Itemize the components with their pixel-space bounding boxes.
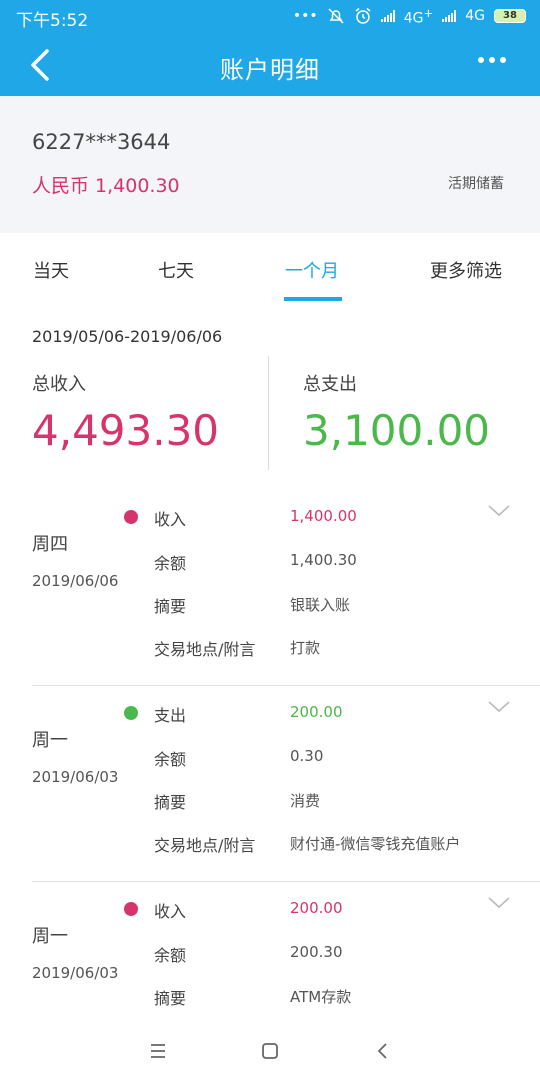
balance-value: 1,400.30 (290, 551, 357, 569)
signal-icon (380, 10, 395, 23)
notification-dots-icon: ••• (292, 8, 318, 25)
total-income-label: 总收入 (32, 374, 86, 395)
transaction-amount: 200.00 (290, 703, 343, 721)
network-4g: 4G (465, 8, 485, 25)
transaction-type: 支出 (154, 706, 187, 725)
transaction-weekday: 周一 (32, 926, 68, 947)
alarm-icon (355, 8, 371, 25)
more-dots-icon[interactable] (478, 57, 506, 63)
place-value: 打款 (290, 639, 321, 657)
transaction-date: 2019/06/03 (32, 768, 119, 786)
status-icons: ••• 4G+ 4G 38 (293, 6, 526, 27)
summary-label: 摘要 (154, 989, 187, 1008)
transaction-item[interactable]: 周四 2019/06/06 收入 1,400.00 余额 1,400.30 摘要… (0, 490, 540, 686)
date-range: 2019/05/06-2019/06/06 (32, 327, 223, 346)
total-expense-value: 3,100.00 (303, 406, 491, 455)
balance-label: 余额 (154, 946, 187, 965)
chevron-down-icon[interactable] (488, 700, 510, 714)
system-nav-bar (0, 1022, 540, 1080)
transaction-date: 2019/06/06 (32, 572, 119, 590)
transaction-type: 收入 (154, 510, 187, 529)
chevron-down-icon[interactable] (488, 896, 510, 910)
summary-divider (268, 356, 269, 470)
balance-value: 200.30 (290, 943, 343, 961)
transaction-amount: 1,400.00 (290, 507, 357, 525)
balance-label: 余额 (154, 554, 187, 573)
transaction-date: 2019/06/03 (32, 964, 119, 982)
menu-icon[interactable] (145, 1038, 171, 1064)
active-tab-indicator (284, 297, 342, 301)
balance-value: 0.30 (290, 747, 324, 765)
signal-icon (442, 10, 457, 23)
transaction-amount: 200.00 (290, 899, 343, 917)
summary-label: 摘要 (154, 793, 187, 812)
income-dot-icon (124, 510, 138, 524)
app-header: 账户明细 (0, 34, 540, 96)
period-tabs: 当天 七天 一个月 更多筛选 (0, 233, 540, 305)
account-balance: 人民币 1,400.30 (32, 175, 180, 197)
nav-back-icon[interactable] (370, 1038, 396, 1064)
card-number: 6227***3644 (32, 130, 171, 154)
income-dot-icon (124, 902, 138, 916)
network-4g-plus: 4G+ (403, 6, 434, 27)
account-type: 活期储蓄 (448, 176, 504, 192)
place-label: 交易地点/附言 (154, 836, 256, 855)
tab-today[interactable]: 当天 (33, 257, 69, 283)
total-income-value: 4,493.30 (32, 406, 220, 455)
mute-bell-icon (328, 8, 344, 24)
balance-label: 余额 (154, 750, 187, 769)
transaction-weekday: 周一 (32, 730, 68, 751)
place-value: 财付通-微信零钱充值账户 (290, 835, 461, 853)
transaction-item[interactable]: 周一 2019/06/03 收入 200.00 余额 200.30 摘要 ATM… (0, 882, 540, 1022)
tab-one-month[interactable]: 一个月 (285, 257, 339, 283)
transaction-weekday: 周四 (32, 534, 68, 555)
transaction-type: 收入 (154, 902, 187, 921)
summary-value: ATM存款 (290, 988, 352, 1006)
status-time: 下午5:52 (16, 11, 89, 31)
total-expense-label: 总支出 (303, 374, 357, 395)
summary-label: 摘要 (154, 597, 187, 616)
home-square-icon[interactable] (257, 1038, 283, 1064)
account-summary: 6227***3644 人民币 1,400.30 活期储蓄 (0, 96, 540, 233)
page-title: 账户明细 (220, 56, 320, 84)
tab-more-filters[interactable]: 更多筛选 (430, 257, 502, 283)
transaction-item[interactable]: 周一 2019/06/03 支出 200.00 余额 0.30 摘要 消费 交易… (0, 686, 540, 882)
tab-seven-days[interactable]: 七天 (158, 257, 194, 283)
summary-value: 消费 (290, 792, 321, 810)
battery-icon: 38 (494, 9, 526, 24)
place-label: 交易地点/附言 (154, 640, 256, 659)
status-bar: 下午5:52 ••• 4G+ 4G 38 (0, 0, 540, 34)
chevron-down-icon[interactable] (488, 504, 510, 518)
expense-dot-icon (124, 706, 138, 720)
summary-value: 银联入账 (290, 596, 351, 614)
